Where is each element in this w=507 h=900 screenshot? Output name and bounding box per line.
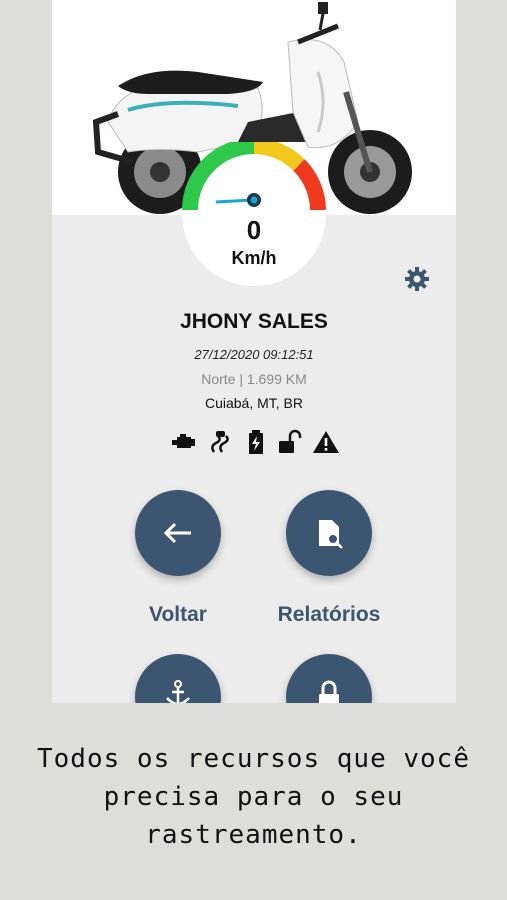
warning-icon xyxy=(313,431,339,453)
battery-icon xyxy=(249,430,263,454)
unlock-icon xyxy=(279,429,302,453)
gear-icon[interactable] xyxy=(404,266,430,292)
anchor-icon xyxy=(166,680,190,703)
speed-unit: Km/h xyxy=(231,248,277,268)
reports-label[interactable]: Relatórios xyxy=(249,603,409,627)
speed-value: 0 xyxy=(246,215,262,245)
promo-caption: Todos os recursos que você precisa para … xyxy=(0,740,507,854)
location-text: Cuiabá, MT, BR xyxy=(204,395,304,411)
back-button[interactable] xyxy=(135,490,221,576)
lock-icon xyxy=(319,680,339,703)
lock-button[interactable] xyxy=(286,654,372,703)
app-screen: 0 Km/h JHONY SALES 27/12/2020 09:12:51 N… xyxy=(52,0,456,703)
anchor-button[interactable] xyxy=(135,654,221,703)
owner-name: JHONY SALES xyxy=(180,310,328,333)
report-search-icon xyxy=(319,520,343,549)
direction-distance: Norte | 1.699 KM xyxy=(201,371,307,387)
caption-line-2: precisa para o seu xyxy=(103,782,404,812)
reports-button[interactable] xyxy=(286,490,372,576)
speed-gauge: 0 Km/h xyxy=(182,142,326,286)
road-icon xyxy=(211,431,229,453)
last-update-datetime: 27/12/2020 09:12:51 xyxy=(194,347,314,362)
engine-icon xyxy=(172,434,195,448)
caption-line-1: Todos os recursos que você xyxy=(37,744,470,774)
caption-line-3: rastreamento. xyxy=(145,820,362,850)
back-label[interactable]: Voltar xyxy=(98,603,258,627)
status-icons xyxy=(170,428,340,456)
arrow-left-icon xyxy=(163,522,191,544)
